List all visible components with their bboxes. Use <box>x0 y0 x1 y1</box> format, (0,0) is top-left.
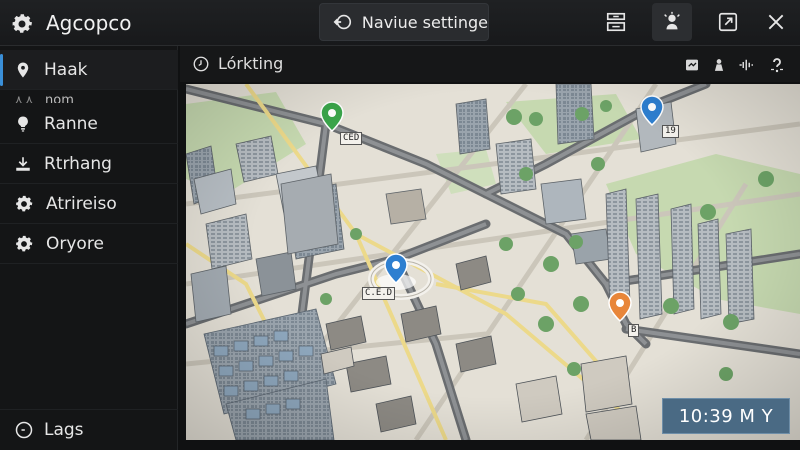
pin-label-blue-center: C.E.D <box>362 287 396 300</box>
location-pin-icon <box>17 62 29 77</box>
clock-icon <box>15 421 33 439</box>
close-button[interactable] <box>756 3 796 41</box>
sidebar-item-atrireiso[interactable]: Atrireiso <box>0 184 178 224</box>
pin-label-blue-top: 19 <box>662 125 679 138</box>
map-panel-header: Lórkting <box>180 46 800 82</box>
map-toolbar <box>684 56 786 74</box>
sidebar-item-label: Oryore <box>46 233 104 254</box>
navigation-settings-label: Naviue settinge <box>361 12 488 32</box>
gear-icon[interactable] <box>10 12 34 36</box>
sidebar-item-label: Lags <box>44 420 84 440</box>
clock-display: 10:39 M Y <box>662 398 790 434</box>
sidebar-item-ranne[interactable]: Ranne <box>0 104 178 144</box>
sidebar: Haak ⋏⋏ nom Ranne Rtrhang Atrireiso Oryor… <box>0 46 178 450</box>
pin-label-green: CED <box>340 132 363 145</box>
sidebar-item-label: Rtrhang <box>44 153 112 174</box>
map-panel-title-text: Lórkting <box>218 54 284 73</box>
navigation-settings-button[interactable]: Naviue settinge <box>319 3 489 41</box>
traffic-icon[interactable] <box>684 57 700 73</box>
gear-icon <box>16 235 33 251</box>
external-window-button[interactable] <box>708 3 748 41</box>
person-icon[interactable] <box>712 57 726 73</box>
location-person-icon <box>664 11 680 30</box>
bulb-icon <box>18 115 28 132</box>
download-icon <box>16 156 30 171</box>
map-canvas <box>186 84 800 440</box>
external-window-icon <box>718 12 738 32</box>
clock-icon <box>193 56 209 71</box>
map-view[interactable]: CED 19 C.E.D B 10:39 M Y <box>186 84 800 440</box>
location-person-button[interactable] <box>652 3 692 41</box>
sidebar-item-haak[interactable]: Haak <box>0 50 178 90</box>
sidebar-item-oryore[interactable]: Oryore <box>0 224 178 264</box>
sidebar-item-label: Haak <box>44 59 88 80</box>
app-header: Agcopco Naviue settinge <box>0 0 800 46</box>
signal-icon[interactable] <box>738 58 756 72</box>
sidebar-item-label: Atrireiso <box>46 193 117 214</box>
layout-panel-icon <box>606 12 626 32</box>
pin-label-orange: B <box>628 324 640 337</box>
sidebar-item-rtrhang[interactable]: Rtrhang <box>0 144 178 184</box>
help-icon[interactable] <box>768 56 786 74</box>
app-title: Agcopco <box>46 11 132 35</box>
sidebar-item-lags[interactable]: Lags <box>0 409 178 450</box>
close-icon <box>768 14 784 30</box>
layout-panel-button[interactable] <box>596 3 636 41</box>
sidebar-item-label: Ranne <box>44 113 98 134</box>
navigation-back-icon <box>333 14 352 30</box>
gear-icon <box>16 195 33 211</box>
map-panel-title: Lórkting <box>192 54 283 73</box>
sidebar-sub-label: ⋏⋏ nom <box>14 93 74 103</box>
